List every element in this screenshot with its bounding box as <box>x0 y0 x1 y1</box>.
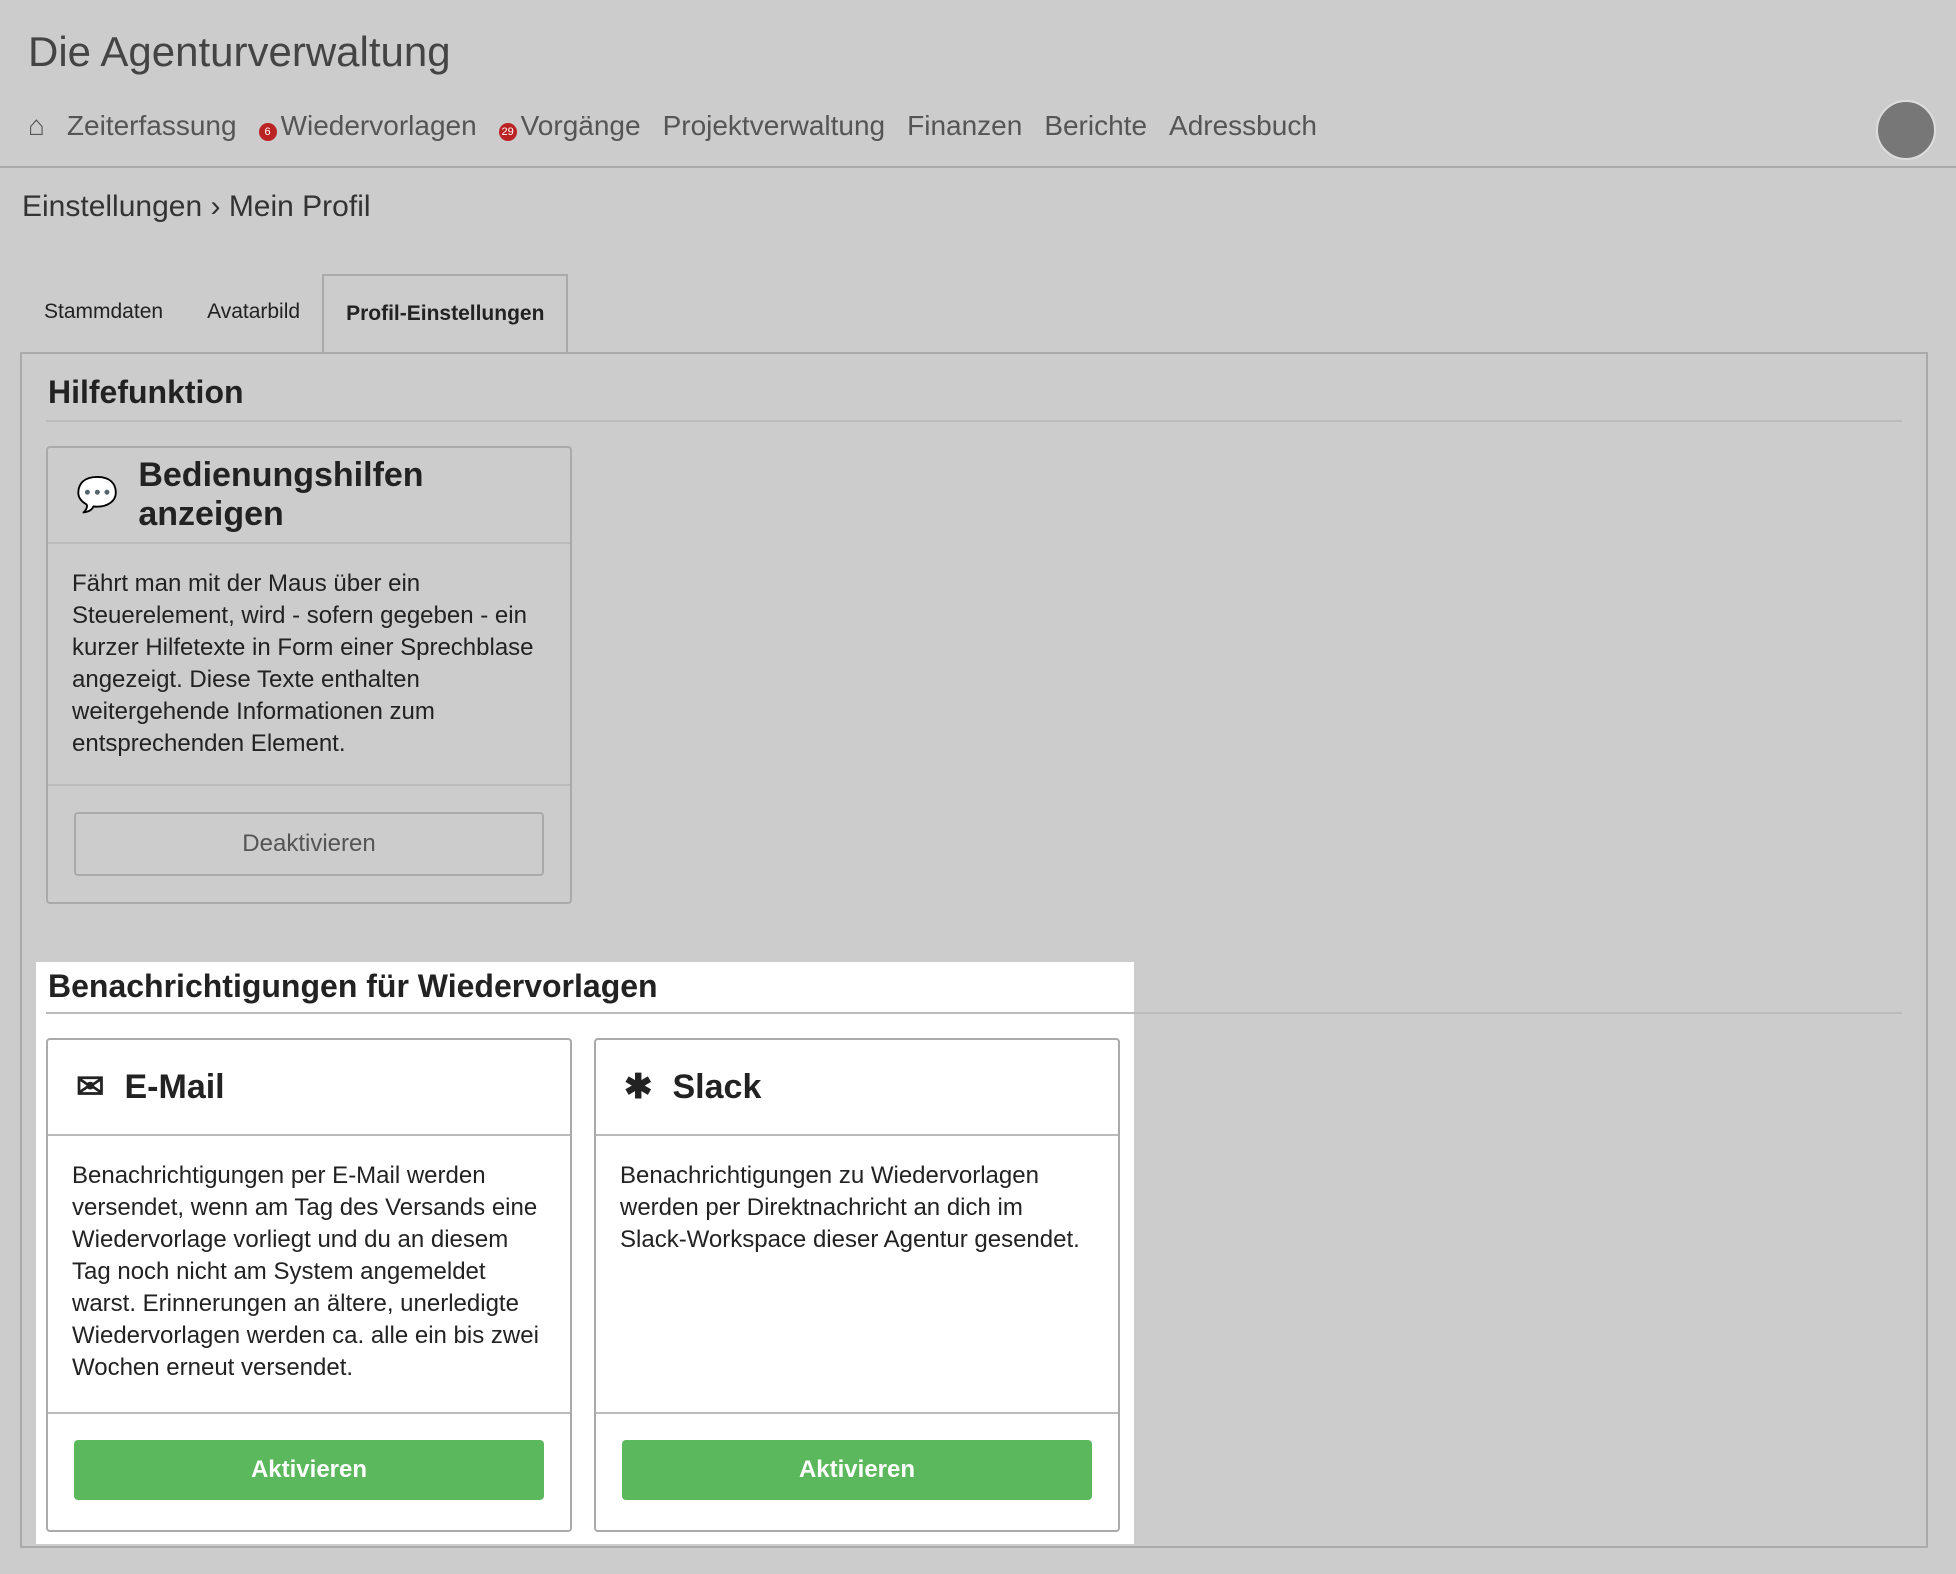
slack-icon: ✱ <box>624 1068 653 1106</box>
help-card: 💬 Bedienungshilfen anzeigen Fährt man mit… <box>46 446 572 904</box>
nav-zeiterfassung[interactable]: Zeiterfassung <box>67 110 237 142</box>
nav-projektverwaltung[interactable]: Projektverwaltung <box>663 110 886 142</box>
home-icon[interactable]: ⌂ <box>28 110 45 142</box>
help-heading: Hilfefunktion <box>48 374 244 410</box>
settings-panel: Hilfefunktion 💬 Bedienungshilfen anzeigen… <box>20 352 1928 1548</box>
email-card-title: E-Mail <box>124 1067 225 1106</box>
divider <box>46 1012 1902 1014</box>
slack-card-text: Benachrichtigungen zu Wiedervorlagen wer… <box>620 1162 1080 1253</box>
top-bar: Die Agenturverwaltung ⌂ Zeiterfassung 6W… <box>0 0 1956 168</box>
breadcrumb-parent[interactable]: Einstellungen <box>22 190 202 223</box>
notification-heading: Benachrichtigungen für Wiedervorlagen <box>48 968 658 1004</box>
breadcrumb-current: Mein Profil <box>228 190 371 223</box>
profile-tabs: Stammdaten Avatarbild Profil-Einstellung… <box>22 274 569 352</box>
nav-wiedervorlagen[interactable]: 6 Wiedervorlagen <box>258 110 477 142</box>
breadcrumb: Einstellungen › Mein Profil <box>22 190 371 224</box>
speech-bubble-icon: 💬 <box>76 476 119 514</box>
help-card-text: Fährt man mit der Maus über ein Steuerel… <box>72 570 534 757</box>
nav-vorgaenge[interactable]: 29 Vorgänge <box>498 110 641 142</box>
envelope-icon: ✉ <box>76 1068 105 1106</box>
chevron-right-icon: › <box>210 190 229 223</box>
slack-card: ✱ Slack Benachrichtigungen zu Wiedervorla… <box>594 1038 1120 1532</box>
user-avatar[interactable] <box>1876 100 1936 160</box>
email-card-text: Benachrichtigungen per E-Mail werden ver… <box>72 1162 539 1381</box>
tab-avatarbild[interactable]: Avatarbild <box>185 274 322 352</box>
nav-finanzen[interactable]: Finanzen <box>907 110 1022 142</box>
deactivate-help-button[interactable]: Deaktivieren <box>74 812 544 876</box>
divider <box>46 420 1902 422</box>
activate-email-button[interactable]: Aktivieren <box>74 1440 544 1500</box>
vorgaenge-badge: 29 <box>498 123 517 141</box>
activate-slack-button[interactable]: Aktivieren <box>622 1440 1092 1500</box>
nav-adressbuch[interactable]: Adressbuch <box>1169 110 1317 142</box>
help-card-title: Bedienungshilfen anzeigen <box>138 456 424 533</box>
tab-profil-einstellungen[interactable]: Profil-Einstellungen <box>322 274 569 352</box>
wiedervorlagen-badge: 6 <box>258 123 277 141</box>
email-card: ✉ E-Mail Benachrichtigungen per E-Mail we… <box>46 1038 572 1532</box>
app-logo[interactable]: Die Agenturverwaltung <box>28 28 451 76</box>
nav-berichte[interactable]: Berichte <box>1044 110 1147 142</box>
slack-card-title: Slack <box>672 1067 762 1106</box>
tab-stammdaten[interactable]: Stammdaten <box>22 274 185 352</box>
main-nav: ⌂ Zeiterfassung 6 Wiedervorlagen 29 Vorgän… <box>28 110 1317 142</box>
